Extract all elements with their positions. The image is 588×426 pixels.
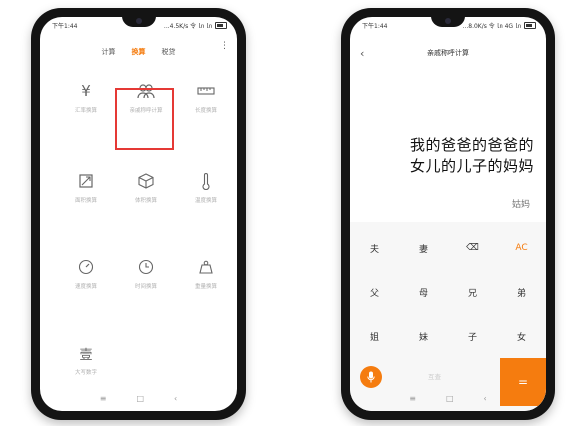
- yen-icon: ¥: [81, 82, 91, 100]
- more-icon[interactable]: ⋮: [220, 42, 229, 51]
- back-nav-icon[interactable]: ‹: [484, 394, 487, 403]
- key-son[interactable]: 子: [448, 314, 497, 358]
- left-phone: 下午1:44 ...4.5K/s 令 ㏑ ㏑ 计算 换算 税贷 ⋮ ¥ 汇率换算…: [31, 8, 246, 420]
- area-icon: [56, 170, 116, 192]
- tool-volume[interactable]: 体积换算: [116, 170, 176, 232]
- right-screen: 下午1:44 ...8.0K/s 令 ㏑ 4G ㏑ ‹ 亲戚称呼计算 我的爸爸的…: [350, 17, 546, 411]
- keypad: 夫 妻 ⌫ AC 父 母 兄 弟 姐 妹 子 女 互查 =: [350, 222, 546, 411]
- status-indicators: ...8.0K/s 令 ㏑ 4G ㏑: [462, 22, 521, 30]
- tool-length[interactable]: 长度换算: [176, 80, 236, 142]
- home-nav-icon[interactable]: □: [446, 394, 454, 403]
- mutual-lookup-button[interactable]: 互查: [428, 371, 441, 381]
- thermometer-icon: [176, 170, 236, 192]
- expression-line-2: 女儿的儿子的妈妈: [409, 157, 534, 175]
- tool-time[interactable]: 时间换算: [116, 256, 176, 318]
- keypad-row-3: 姐 妹 子 女: [350, 314, 546, 358]
- nav-bar: ≡ □ ‹: [350, 394, 546, 403]
- tab-bar: 计算 换算 税贷: [40, 47, 237, 57]
- left-screen: 下午1:44 ...4.5K/s 令 ㏑ ㏑ 计算 换算 税贷 ⋮ ¥ 汇率换算…: [40, 17, 237, 411]
- status-indicators: ...4.5K/s 令 ㏑ ㏑: [163, 22, 212, 30]
- battery-icon: [215, 21, 227, 29]
- clock-icon: [116, 256, 176, 278]
- tab-tax-loan[interactable]: 税贷: [162, 47, 176, 57]
- tab-calculate[interactable]: 计算: [102, 47, 116, 57]
- menu-nav-icon[interactable]: ≡: [100, 394, 107, 403]
- mic-button[interactable]: [360, 366, 382, 388]
- status-time: 下午1:44: [362, 22, 388, 30]
- microphone-icon: [367, 371, 375, 383]
- key-wife[interactable]: 妻: [399, 226, 448, 270]
- expression-line-1: 我的爸爸的爸爸的: [409, 136, 534, 154]
- tool-currency[interactable]: ¥ 汇率换算: [56, 80, 116, 142]
- right-phone: 下午1:44 ...8.0K/s 令 ㏑ 4G ㏑ ‹ 亲戚称呼计算 我的爸爸的…: [341, 8, 555, 420]
- cube-icon: [116, 170, 176, 192]
- expression-display: 我的爸爸的爸爸的 女儿的儿子的妈妈: [370, 135, 534, 177]
- key-mother[interactable]: 母: [399, 270, 448, 314]
- key-younger-brother[interactable]: 弟: [497, 270, 546, 314]
- tool-area[interactable]: 面积换算: [56, 170, 116, 232]
- result-text: 姑妈: [511, 200, 530, 210]
- battery-icon: [524, 21, 536, 29]
- key-elder-sister[interactable]: 姐: [350, 314, 399, 358]
- keypad-row-2: 父 母 兄 弟: [350, 270, 546, 314]
- key-husband[interactable]: 夫: [350, 226, 399, 270]
- key-younger-sister[interactable]: 妹: [399, 314, 448, 358]
- key-elder-brother[interactable]: 兄: [448, 270, 497, 314]
- ruler-icon: [176, 80, 236, 102]
- tab-convert[interactable]: 换算: [132, 47, 146, 57]
- highlight-box: [115, 88, 174, 150]
- weight-icon: [176, 256, 236, 278]
- tool-speed[interactable]: 速度换算: [56, 256, 116, 318]
- nav-bar: ≡ □ ‹: [40, 394, 237, 403]
- key-daughter[interactable]: 女: [497, 314, 546, 358]
- key-clear-all[interactable]: AC: [497, 226, 546, 270]
- back-nav-icon[interactable]: ‹: [174, 394, 177, 403]
- page-title: 亲戚称呼计算: [427, 49, 469, 57]
- backspace-icon[interactable]: ⌫: [448, 226, 497, 270]
- status-time: 下午1:44: [52, 22, 78, 30]
- key-father[interactable]: 父: [350, 270, 399, 314]
- menu-nav-icon[interactable]: ≡: [409, 394, 416, 403]
- speed-icon: [56, 256, 116, 278]
- keypad-row-1: 夫 妻 ⌫ AC: [350, 226, 546, 270]
- capital-icon: 壹: [79, 347, 93, 363]
- tool-temperature[interactable]: 温度换算: [176, 170, 236, 232]
- home-nav-icon[interactable]: □: [136, 394, 144, 403]
- tool-weight[interactable]: 重量换算: [176, 256, 236, 318]
